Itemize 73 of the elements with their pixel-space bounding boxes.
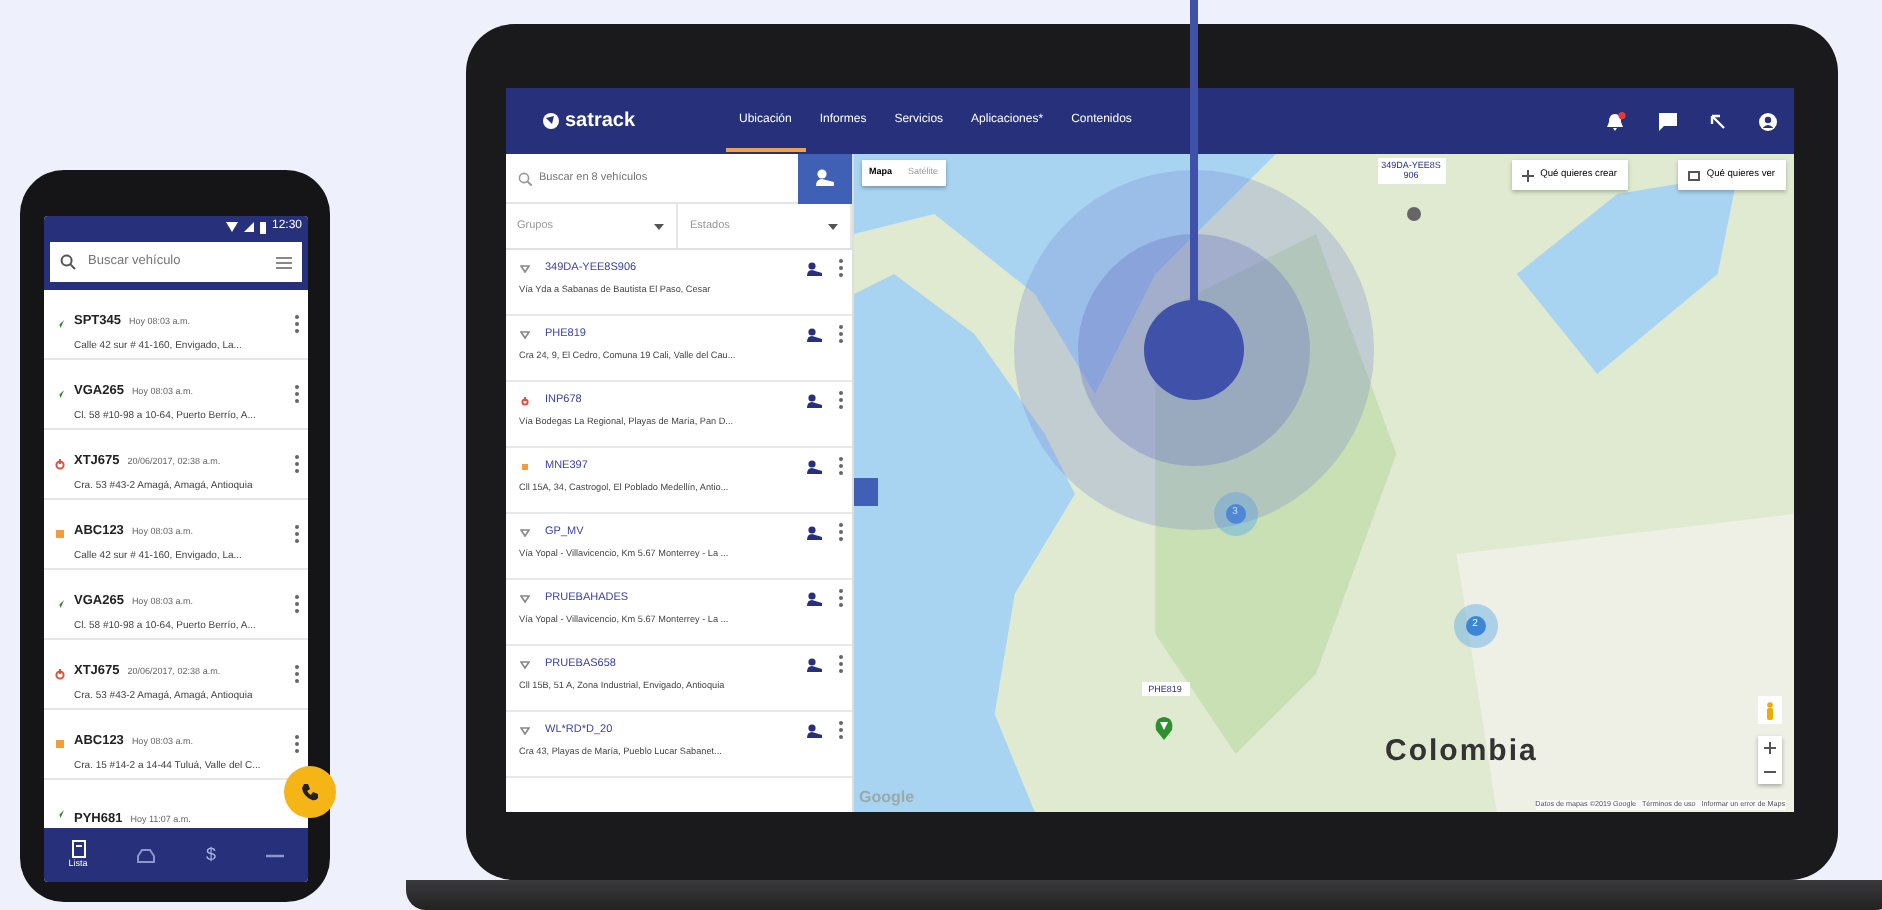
triangle-icon <box>519 725 529 735</box>
driver-icon[interactable] <box>805 459 821 473</box>
arrow-icon <box>54 388 66 400</box>
more-icon[interactable] <box>294 384 300 404</box>
more-icon[interactable] <box>837 324 843 344</box>
driver-icon[interactable] <box>805 723 821 737</box>
cursor-icon[interactable] <box>1709 113 1725 129</box>
caret-icon <box>654 223 664 229</box>
chat-icon[interactable] <box>1657 111 1677 131</box>
vehicle-pin-icon[interactable] <box>1405 205 1421 222</box>
layers-icon <box>1688 169 1701 182</box>
stop-icon <box>54 528 66 540</box>
more-icon[interactable] <box>294 314 300 334</box>
minus-icon <box>1763 770 1775 774</box>
caret-icon <box>827 223 837 229</box>
map-drawing[interactable] <box>853 154 1793 812</box>
signal-icon <box>243 222 254 232</box>
more-icon[interactable] <box>294 664 300 684</box>
more-icon[interactable] <box>837 720 843 740</box>
nav-tab[interactable]: $ <box>206 841 217 869</box>
arrow-icon <box>54 598 66 610</box>
zoom-in-button[interactable] <box>1757 736 1781 760</box>
wifi-icon <box>225 222 238 232</box>
triangle-icon <box>519 263 529 273</box>
driver-icon[interactable] <box>805 657 821 671</box>
power-icon <box>54 458 66 470</box>
triangle-icon <box>519 659 529 669</box>
document-icon <box>71 839 86 858</box>
map-logo: Google <box>859 786 915 810</box>
stop-icon <box>519 461 529 471</box>
vehicle-pin-icon[interactable] <box>1153 715 1173 740</box>
driver-icon[interactable] <box>805 591 821 605</box>
power-icon <box>54 668 66 680</box>
car-icon <box>136 847 157 863</box>
nav-tab[interactable] <box>136 847 157 863</box>
country-label: Colombia <box>1385 732 1538 772</box>
triangle-icon <box>519 593 529 603</box>
more-icon[interactable] <box>294 524 300 544</box>
person-icon <box>1765 701 1773 719</box>
more-icon[interactable] <box>837 456 843 476</box>
brand-logo: satrack <box>565 108 636 136</box>
user-icon[interactable] <box>1757 111 1777 131</box>
driver-icon[interactable] <box>805 393 821 407</box>
driver-icon <box>813 168 835 188</box>
driver-button[interactable] <box>797 153 851 203</box>
more-icon[interactable] <box>837 654 843 674</box>
driver-icon[interactable] <box>805 261 821 275</box>
more-icon[interactable] <box>837 588 843 608</box>
filter-icon[interactable] <box>276 255 292 269</box>
zoom-out-button[interactable] <box>1757 760 1781 784</box>
more-icon[interactable] <box>837 390 843 410</box>
search-icon <box>517 171 531 185</box>
plus-icon <box>1522 169 1535 182</box>
collapse-button[interactable] <box>853 478 877 506</box>
arrow-icon <box>54 318 66 330</box>
more-icon[interactable] <box>837 258 843 278</box>
driver-icon[interactable] <box>805 525 821 539</box>
plus-icon <box>1763 742 1775 754</box>
search-icon <box>60 254 76 270</box>
more-icon[interactable] <box>294 734 300 754</box>
phone-icon <box>300 782 320 802</box>
more-icon[interactable] <box>294 454 300 474</box>
bell-icon[interactable] <box>1605 111 1625 131</box>
stop-icon <box>54 738 66 750</box>
driver-icon[interactable] <box>805 327 821 341</box>
battery-icon <box>259 221 266 233</box>
power-icon <box>519 395 529 405</box>
more-icon[interactable] <box>837 522 843 542</box>
globe-icon <box>541 112 559 130</box>
triangle-icon <box>519 329 529 339</box>
arrow-icon <box>54 808 66 820</box>
more-icon[interactable] <box>294 594 300 614</box>
triangle-icon <box>519 527 529 537</box>
